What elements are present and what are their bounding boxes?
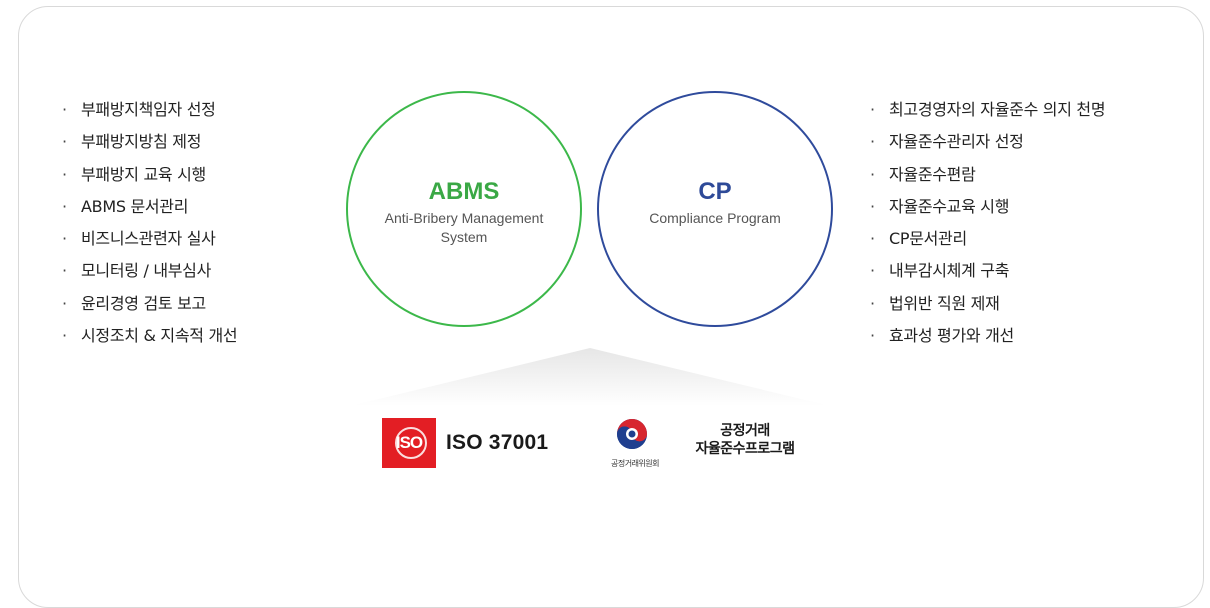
abms-subtitle: Anti-Bribery Management System <box>384 210 544 245</box>
kftc-agency-name: 공정거래위원회 <box>610 459 660 468</box>
list-item: CP문서관리 <box>870 228 1105 260</box>
list-item: 법위반 직원 제재 <box>870 293 1105 325</box>
list-item: 자율준수편람 <box>870 164 1105 196</box>
kftc-cp-logo: 공정거래위원회 공정거래 자율준수프로그램 <box>596 410 826 476</box>
list-item: 모니터링 / 내부심사 <box>62 260 237 292</box>
abms-title: ABMS <box>428 178 500 205</box>
cp-subtitle: Compliance Program <box>649 210 781 226</box>
iso-37001-logo: ISO ISO 37001 <box>382 418 548 468</box>
list-item: 자율준수관리자 선정 <box>870 131 1105 163</box>
list-item: 효과성 평가와 개선 <box>870 325 1105 357</box>
list-item: 부패방지 교육 시행 <box>62 164 237 196</box>
cp-circle: CP Compliance Program <box>597 91 833 327</box>
list-item: 비즈니스관련자 실사 <box>62 228 237 260</box>
cp-activity-list: 최고경영자의 자율준수 의지 천명 자율준수관리자 선정 자율준수편람 자율준수… <box>870 99 1106 357</box>
list-item: 부패방지방침 제정 <box>62 131 237 163</box>
list-item: 부패방지책임자 선정 <box>62 99 237 131</box>
convergence-wedge <box>350 348 830 406</box>
list-item: 윤리경영 검토 보고 <box>62 293 237 325</box>
list-item: 내부감시체계 구축 <box>870 260 1105 292</box>
taegeuk-emblem-icon <box>617 419 647 449</box>
list-item: 최고경영자의 자율준수 의지 천명 <box>870 99 1106 131</box>
kftc-program-name: 공정거래 자율준수프로그램 <box>695 423 795 457</box>
abms-activity-list: 부패방지책임자 선정 부패방지방침 제정 부패방지 교육 시행 ABMS 문서관… <box>62 99 238 357</box>
list-item: 시정조치 & 지속적 개선 <box>62 325 238 357</box>
list-item: ABMS 문서관리 <box>62 196 237 228</box>
list-item: 자율준수교육 시행 <box>870 196 1105 228</box>
cp-title: CP <box>698 178 732 205</box>
abms-circle: ABMS Anti-Bribery Management System <box>346 91 582 327</box>
iso-logo-icon: ISO <box>382 418 436 468</box>
iso-label: ISO 37001 <box>446 431 549 454</box>
